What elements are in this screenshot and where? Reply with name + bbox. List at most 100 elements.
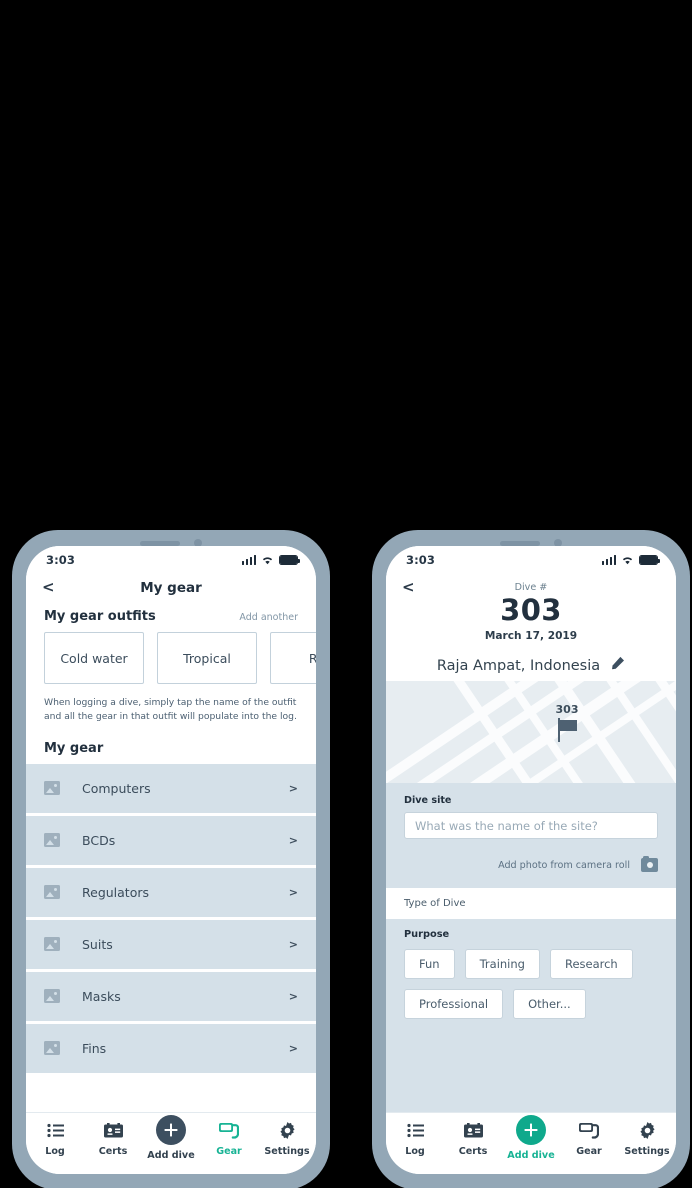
map-marker-label: 303	[555, 703, 579, 717]
tab-label: Add dive	[147, 1150, 195, 1161]
image-placeholder-icon	[44, 1041, 60, 1055]
image-placeholder-icon	[44, 989, 60, 1003]
signal-bars-icon	[241, 555, 256, 565]
plus-circle-icon[interactable]	[516, 1115, 546, 1145]
outfit-chip[interactable]: Cold water	[44, 632, 144, 684]
plus-circle-icon[interactable]	[156, 1115, 186, 1145]
battery-icon	[279, 555, 301, 565]
tab-add-dive[interactable]: Add dive	[144, 1115, 198, 1161]
status-bar: 3:03	[386, 546, 676, 574]
list-item-label: BCDs	[82, 832, 116, 848]
id-card-icon	[463, 1120, 483, 1141]
chevron-right-icon: >	[288, 1041, 298, 1055]
tab-label: Add dive	[507, 1150, 555, 1161]
image-placeholder-icon	[44, 885, 60, 899]
tab-certs[interactable]: Certs	[86, 1120, 140, 1157]
chevron-right-icon: >	[288, 989, 298, 1003]
id-card-icon	[103, 1120, 123, 1141]
purpose-option[interactable]: Professional	[404, 989, 504, 1020]
outfits-helper-text: When logging a dive, simply tap the name…	[44, 697, 297, 723]
wifi-icon	[621, 555, 634, 565]
image-placeholder-icon	[44, 937, 60, 951]
list-item-label: Computers	[82, 780, 151, 796]
screenshot-stage: 3:03 < My gear My gear outfits Add anoth…	[0, 0, 692, 1188]
tab-label: Log	[45, 1146, 65, 1157]
nav-bar: < My gear	[26, 574, 316, 605]
tab-settings[interactable]: Settings	[260, 1120, 314, 1157]
dive-site-map[interactable]: 303	[386, 681, 676, 784]
speaker-slot	[500, 540, 540, 546]
page-title: My gear	[140, 579, 202, 596]
status-time: 3:03	[406, 553, 436, 567]
outfits-section-header: My gear outfits Add another	[26, 605, 316, 632]
nav-bar: < Dive #	[386, 574, 676, 595]
tab-label: Certs	[98, 1146, 128, 1157]
dive-site-section: Dive site Add photo from camera roll	[386, 783, 676, 889]
dive-date: March 17, 2019	[484, 630, 578, 643]
pencil-icon[interactable]	[610, 656, 625, 675]
list-item[interactable]: Regulators >	[26, 867, 316, 917]
outfit-chip[interactable]: Tropical	[157, 632, 257, 684]
gear-list: Computers > BCDs > Regulators > Suits > …	[26, 763, 316, 1073]
chevron-right-icon: >	[288, 885, 298, 899]
dive-mask-icon	[219, 1120, 239, 1141]
add-photo-button[interactable]: Add photo from camera roll	[404, 855, 658, 873]
tab-add-dive[interactable]: Add dive	[504, 1115, 558, 1161]
add-photo-label: Add photo from camera roll	[498, 859, 630, 871]
purpose-option[interactable]: Research	[549, 949, 633, 980]
image-placeholder-icon	[44, 833, 60, 847]
list-item-label: Fins	[82, 1040, 107, 1056]
back-button[interactable]: <	[42, 580, 55, 595]
flag-icon	[554, 718, 580, 743]
chevron-right-icon: >	[288, 833, 298, 847]
list-item[interactable]: Masks >	[26, 971, 316, 1021]
image-placeholder-icon	[44, 781, 60, 795]
tab-bar: Log Certs Add dive Gear Settings	[26, 1112, 316, 1174]
purpose-option[interactable]: Fun	[404, 949, 455, 980]
tab-gear[interactable]: Gear	[202, 1120, 256, 1157]
wifi-icon	[261, 555, 274, 565]
list-item[interactable]: Computers >	[26, 763, 316, 813]
outfit-chip[interactable]: Res	[270, 632, 316, 684]
tab-bar: Log Certs Add dive Gear Settings	[386, 1112, 676, 1174]
tab-certs[interactable]: Certs	[446, 1120, 500, 1157]
dive-mask-icon	[579, 1120, 599, 1141]
status-icons	[241, 555, 301, 565]
purpose-option[interactable]: Training	[464, 949, 540, 980]
battery-icon	[639, 555, 661, 565]
purpose-option[interactable]: Other...	[513, 989, 586, 1020]
dive-kicker: Dive #	[514, 582, 548, 593]
dive-header: 303 March 17, 2019 Raja Ampat, Indonesia	[386, 593, 676, 682]
add-another-link[interactable]: Add another	[239, 612, 298, 623]
camera-icon	[641, 855, 658, 873]
dive-number: 303	[500, 593, 562, 627]
purpose-options: Fun Training Research Professional Other…	[404, 949, 658, 1020]
map-marker: 303	[554, 703, 580, 743]
status-icons	[601, 555, 661, 565]
content-area: My gear outfits Add another Cold water T…	[26, 605, 316, 1112]
tab-label: Settings	[264, 1146, 310, 1157]
list-item-label: Suits	[82, 936, 113, 952]
tab-label: Certs	[458, 1146, 488, 1157]
purpose-section: Purpose Fun Training Research Profession…	[386, 919, 676, 1034]
tab-label: Gear	[216, 1146, 242, 1157]
screen-my-gear: 3:03 < My gear My gear outfits Add anoth…	[26, 546, 316, 1174]
dive-site-input[interactable]	[404, 812, 658, 840]
tab-label: Settings	[624, 1146, 670, 1157]
list-item-label: Regulators	[82, 884, 150, 900]
phone-mockup-right: 3:03 < Dive # 303 March 17, 2019 Raja Am…	[372, 530, 690, 1188]
tab-gear[interactable]: Gear	[562, 1120, 616, 1157]
tab-log[interactable]: Log	[388, 1120, 442, 1157]
list-item[interactable]: Suits >	[26, 919, 316, 969]
list-icon	[406, 1120, 424, 1141]
phone-mockup-left: 3:03 < My gear My gear outfits Add anoth…	[12, 530, 330, 1188]
list-item[interactable]: BCDs >	[26, 815, 316, 865]
tab-settings[interactable]: Settings	[620, 1120, 674, 1157]
outfits-title: My gear outfits	[44, 609, 156, 624]
tab-log[interactable]: Log	[28, 1120, 82, 1157]
chevron-right-icon: >	[288, 937, 298, 951]
back-button[interactable]: <	[402, 580, 415, 595]
outfit-chip-carousel[interactable]: Cold water Tropical Res	[26, 632, 316, 684]
list-item[interactable]: Fins >	[26, 1023, 316, 1073]
gear-icon	[279, 1120, 296, 1141]
